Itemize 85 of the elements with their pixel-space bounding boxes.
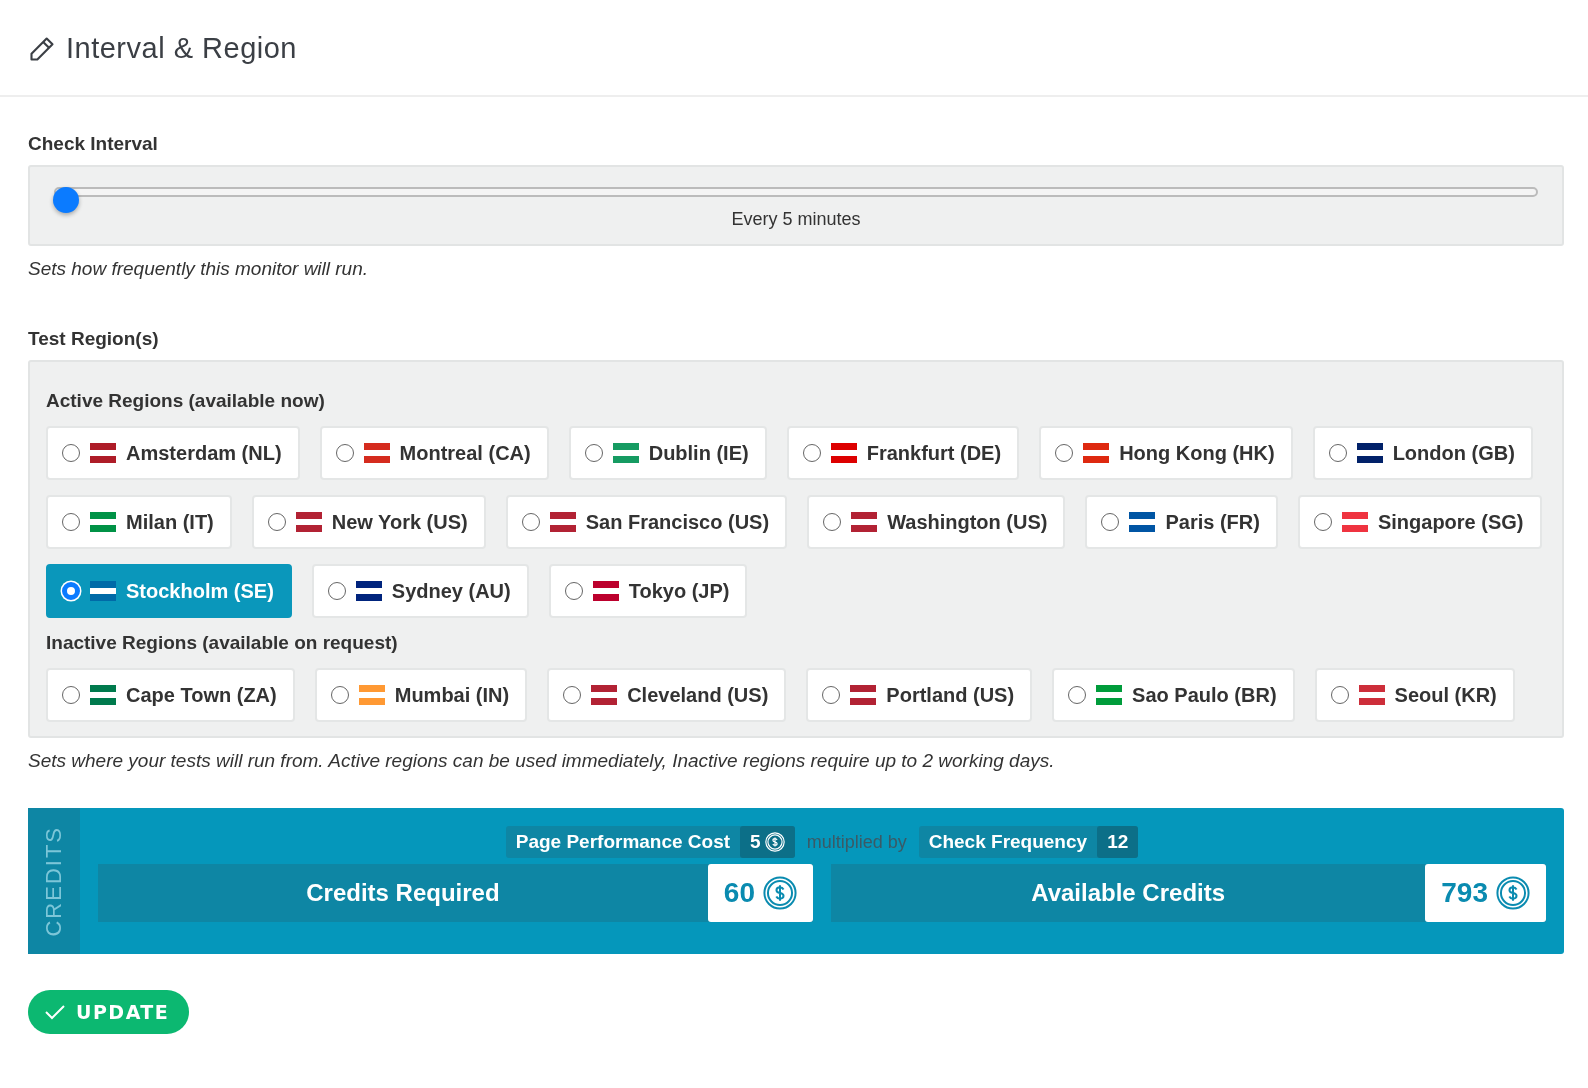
radio-button[interactable] [563,686,582,704]
radio-button[interactable] [1330,686,1349,704]
region-label: Mumbai (IN) [394,683,510,707]
region-label: Milan (IT) [126,510,214,534]
slider-reading: Every 5 minutes [730,209,862,230]
radio-button[interactable] [330,686,349,704]
region-option[interactable]: Sydney (AU) [311,564,529,618]
region-label: Dublin (IE) [648,441,749,465]
region-option[interactable]: Montreal (CA) [319,426,549,480]
available-credits-label: Available Credits [1030,878,1227,908]
radio-button[interactable] [802,444,821,462]
radio-button[interactable] [1313,513,1332,531]
region-option[interactable]: Hong Kong (HK) [1039,426,1293,480]
group-title: Inactive Regions (available on request) [46,632,399,654]
region-label: London (GB) [1392,441,1515,465]
radio-button[interactable] [62,686,80,704]
region-label: Amsterdam (NL) [126,441,282,465]
radio-button[interactable] [62,444,80,462]
region-label: Portland (US) [886,683,1015,707]
region-option[interactable]: Portland (US) [806,668,1033,722]
region-label: Cleveland (US) [627,683,769,707]
dollar-coin-icon [1496,876,1530,910]
region-option[interactable]: Amsterdam (NL) [46,426,300,480]
region-option[interactable]: Milan (IT) [46,495,232,549]
region-option[interactable]: Paris (FR) [1085,495,1278,549]
help-text: Sets where your tests will run from. Active regions can be used immediately, Inactive regions require up to 2 working days. [28,750,1056,772]
radio-button[interactable] [822,686,841,704]
region-option[interactable]: Dublin (IE) [568,426,767,480]
slider-thumb[interactable] [53,187,79,213]
radio-button[interactable] [335,444,354,462]
frequency-label: Check Frequency [927,830,1089,854]
credits-required-value: 60 [707,864,813,922]
region-label: Sao Paulo (BR) [1132,683,1277,707]
region-label: Cape Town (ZA) [126,683,277,707]
cost-label: Page Performance Cost [514,830,732,854]
radio-button[interactable] [584,444,603,462]
radio-button[interactable] [1101,513,1120,531]
region-label: New York (US) [331,510,468,534]
region-option[interactable]: Frankfurt (DE) [786,426,1020,480]
radio-button[interactable] [267,513,286,531]
region-label: Frankfurt (DE) [866,441,1002,465]
multiplier-text: multiplied by [806,831,907,853]
region-option[interactable]: Cleveland (US) [547,668,787,722]
cost-value: 5 [740,826,795,858]
help-text: Sets how frequently this monitor will run. [28,258,370,280]
field-label: Test Region(s) [28,328,160,350]
radio-button[interactable] [1055,444,1074,462]
region-label: San Francisco (US) [585,510,770,534]
group-title: Active Regions (available now) [46,390,326,412]
region-label: Sydney (AU) [391,579,511,603]
radio-button[interactable] [62,582,80,600]
region-option[interactable]: Washington (US) [807,495,1066,549]
credits-required-label: Credits Required [305,878,501,908]
region-label: Hong Kong (HK) [1119,441,1275,465]
region-option[interactable]: Singapore (SG) [1297,495,1542,549]
region-label: Stockholm (SE) [126,579,274,603]
region-label: Singapore (SG) [1377,510,1524,534]
field-label: Check Interval [28,133,159,155]
region-option[interactable]: San Francisco (US) [505,495,788,549]
frequency-value: 12 [1097,826,1139,858]
region-label: Washington (US) [887,510,1048,534]
page-title: Interval & Region [66,32,297,65]
region-option[interactable]: New York (US) [251,495,486,549]
region-option[interactable]: Mumbai (IN) [314,668,528,722]
radio-button[interactable] [823,513,842,531]
region-option[interactable]: Tokyo (JP) [548,564,748,618]
radio-button[interactable] [521,513,540,531]
region-label: Tokyo (JP) [628,579,730,603]
credits-label: CREDITS [41,825,67,937]
radio-button[interactable] [62,513,80,531]
region-option[interactable]: Seoul (KR) [1314,668,1515,722]
region-option[interactable]: Cape Town (ZA) [46,668,295,722]
radio-button[interactable] [327,582,346,600]
region-option[interactable]: Sao Paulo (BR) [1052,668,1295,722]
check-icon [44,1003,66,1021]
radio-button[interactable] [1068,686,1087,704]
dollar-coin-icon [763,876,797,910]
region-option[interactable]: London (GB) [1312,426,1533,480]
radio-button[interactable] [1328,444,1347,462]
dollar-coin-icon [764,832,785,852]
radio-button[interactable] [564,582,583,600]
region-label: Montreal (CA) [399,441,531,465]
region-label: Seoul (KR) [1394,683,1497,707]
available-credits-value: 793 [1425,864,1546,922]
region-label: Paris (FR) [1165,510,1260,534]
